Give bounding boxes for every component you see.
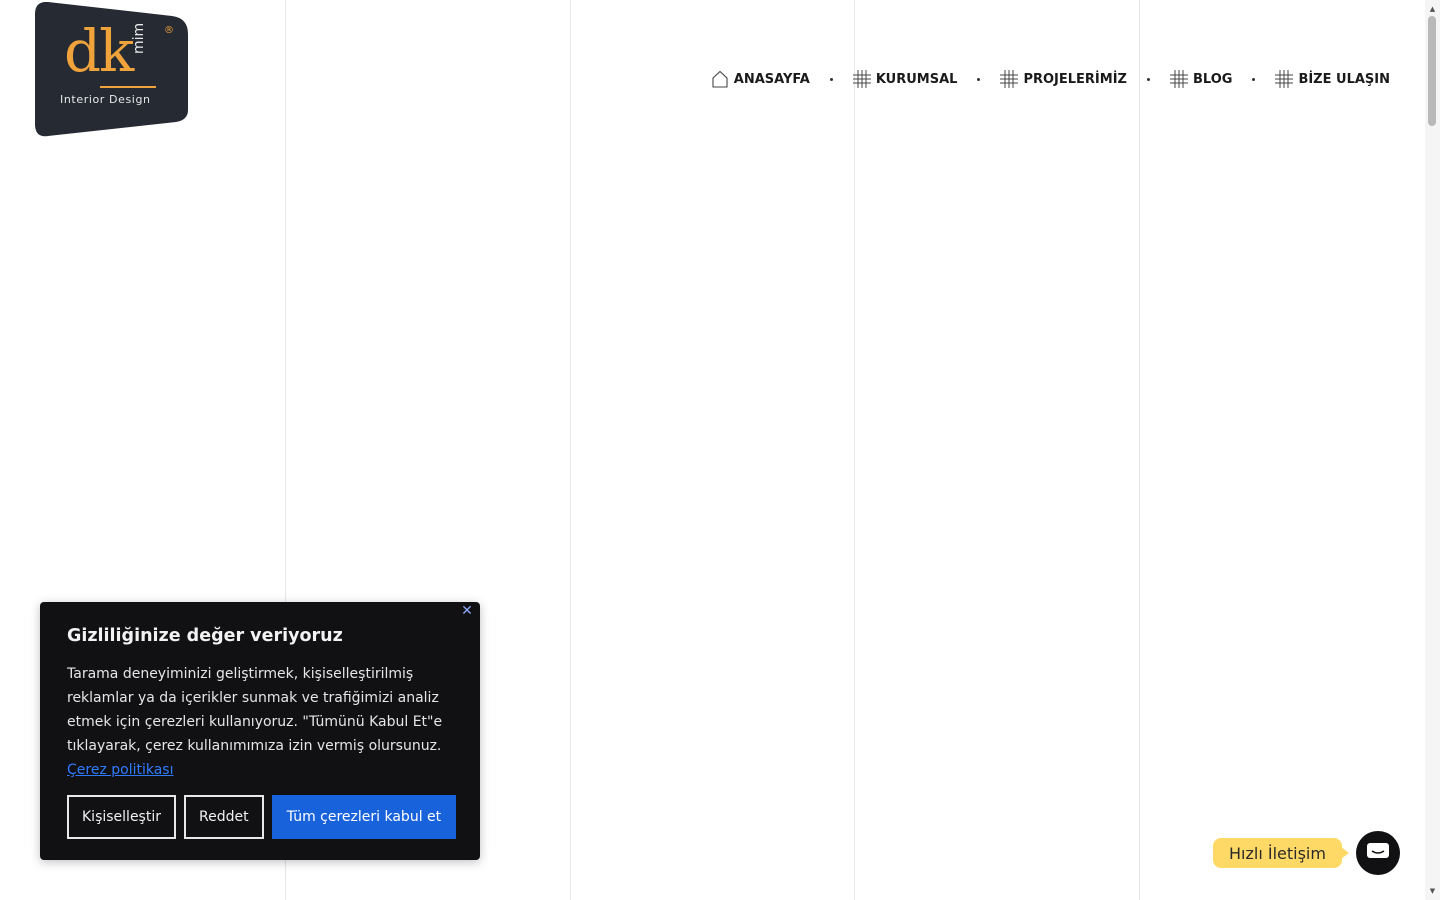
cookie-description: Tarama deneyiminizi geliştirmek, kişisel… bbox=[67, 662, 453, 782]
cookie-policy-link[interactable]: Çerez politikası bbox=[67, 762, 173, 778]
chat-icon bbox=[1366, 840, 1390, 866]
quick-contact-label[interactable]: Hızlı İletişim bbox=[1213, 838, 1349, 868]
customize-button[interactable]: Kişiselleştir bbox=[67, 795, 176, 839]
grid-line bbox=[854, 0, 855, 900]
nav-item-label: ANASAYFA bbox=[733, 71, 810, 87]
accept-all-button[interactable]: Tüm çerezleri kabul et bbox=[271, 795, 457, 839]
nav-item-projects[interactable]: PROJELERİMİZ bbox=[1000, 70, 1127, 88]
scroll-up-arrow-icon[interactable]: ▲ bbox=[1425, 2, 1440, 16]
main-nav: ANASAYFA KURUMSAL PROJELERİMİZ BLOG BİZE… bbox=[711, 68, 1390, 90]
nav-item-label: KURUMSAL bbox=[875, 71, 958, 87]
nav-item-label: BLOG bbox=[1192, 71, 1233, 87]
nav-separator bbox=[977, 77, 981, 81]
grid-line bbox=[570, 0, 571, 900]
logo-brand-text: dk bbox=[64, 17, 134, 85]
quick-contact-button[interactable] bbox=[1356, 831, 1400, 875]
logo-registered-mark: ® bbox=[164, 25, 174, 36]
nav-item-blog[interactable]: BLOG bbox=[1169, 70, 1233, 88]
reject-button[interactable]: Reddet bbox=[183, 795, 264, 839]
nav-separator bbox=[1146, 77, 1150, 81]
scroll-down-arrow-icon[interactable]: ▼ bbox=[1425, 884, 1440, 898]
grid-icon bbox=[1275, 70, 1294, 88]
cookie-consent-banner: ✕ Gizliliğinize değer veriyoruz Tarama d… bbox=[40, 602, 480, 860]
page-scrollbar[interactable]: ▲ ▼ bbox=[1425, 0, 1440, 900]
home-icon bbox=[711, 70, 729, 88]
cookie-button-group: Kişiselleştir Reddet Tüm çerezleri kabul… bbox=[67, 795, 457, 839]
nav-item-corporate[interactable]: KURUMSAL bbox=[852, 70, 958, 88]
nav-separator bbox=[1252, 77, 1256, 81]
page: dk mim ® Interior Design ANASAYFA KURUMS… bbox=[0, 0, 1440, 900]
nav-item-contact[interactable]: BİZE ULAŞIN bbox=[1275, 70, 1390, 88]
logo-brand-suffix: mim bbox=[131, 22, 147, 54]
logo-underline bbox=[100, 86, 156, 88]
logo-tagline: Interior Design bbox=[60, 93, 151, 106]
cookie-description-text: Tarama deneyiminizi geliştirmek, kişisel… bbox=[67, 666, 443, 754]
cookie-title: Gizliliğinize değer veriyoruz bbox=[67, 626, 343, 646]
nav-item-home[interactable]: ANASAYFA bbox=[711, 70, 810, 88]
scrollbar-thumb[interactable] bbox=[1428, 16, 1436, 126]
nav-item-label: BİZE ULAŞIN bbox=[1298, 71, 1390, 87]
nav-item-label: PROJELERİMİZ bbox=[1023, 71, 1127, 87]
close-icon[interactable]: ✕ bbox=[460, 604, 474, 618]
grid-icon bbox=[1169, 70, 1188, 88]
grid-icon bbox=[852, 70, 871, 88]
nav-separator bbox=[829, 77, 833, 81]
site-logo[interactable]: dk mim ® Interior Design bbox=[34, 2, 190, 138]
grid-line bbox=[1139, 0, 1140, 900]
grid-icon bbox=[1000, 70, 1019, 88]
